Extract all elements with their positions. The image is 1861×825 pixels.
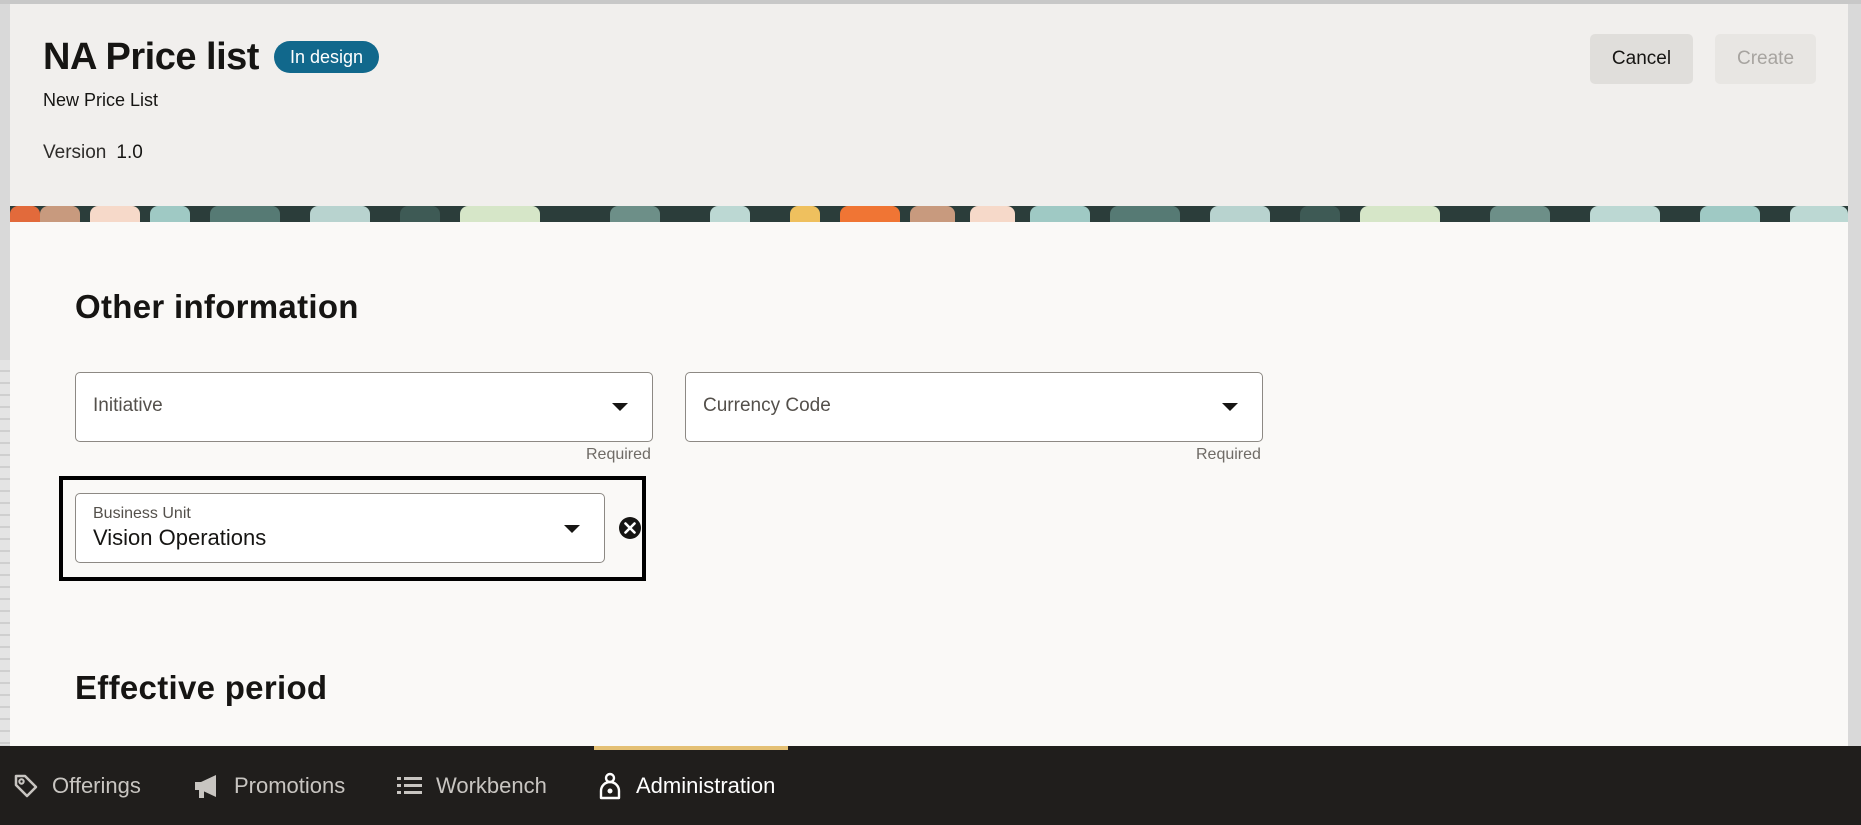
version-value: 1.0	[116, 142, 143, 163]
initiative-label: Initiative	[93, 395, 163, 416]
nav-item-administration[interactable]: Administration	[596, 746, 775, 825]
section-title-other-information: Other information	[75, 288, 359, 325]
initiative-required-text: Required	[586, 446, 651, 463]
chevron-down-icon	[564, 525, 580, 533]
chevron-down-icon	[612, 403, 628, 411]
chevron-down-icon	[1222, 403, 1238, 411]
currency-code-label: Currency Code	[703, 395, 831, 416]
nav-item-workbench[interactable]: Workbench	[396, 746, 547, 825]
megaphone-icon	[195, 774, 216, 798]
tag-icon	[14, 774, 38, 797]
page-subtitle: New Price List	[43, 90, 159, 110]
main-content: Other information Initiative Required Cu…	[10, 222, 1848, 746]
clear-icon[interactable]	[618, 516, 642, 540]
nav-item-promotions[interactable]: Promotions	[192, 746, 345, 825]
initiative-select[interactable]: Initiative	[75, 372, 653, 442]
cancel-button[interactable]: Cancel	[1590, 34, 1693, 84]
nav-item-label: Workbench	[436, 772, 547, 798]
currency-code-required-text: Required	[1196, 446, 1261, 463]
business-unit-select[interactable]: Business Unit Vision Operations	[75, 493, 605, 563]
bottom-navigation: Offerings Promotions Workbench Administr…	[0, 746, 1861, 825]
list-icon	[397, 776, 422, 794]
version-row: Version 1.0	[43, 142, 143, 164]
version-label: Version	[43, 142, 107, 163]
business-unit-label: Business Unit	[93, 505, 191, 522]
admin-icon	[599, 772, 621, 799]
nav-item-label: Promotions	[234, 772, 346, 798]
page-title: NA Price list	[43, 36, 259, 78]
business-unit-value: Vision Operations	[93, 525, 267, 550]
background-page-edge	[0, 360, 10, 745]
page-header: NA Price list In design New Price List V…	[10, 4, 1848, 206]
decorative-banner	[10, 206, 1848, 222]
status-badge: In design	[274, 41, 380, 73]
nav-item-offerings[interactable]: Offerings	[12, 746, 141, 825]
nav-item-label: Offerings	[52, 772, 141, 798]
section-title-effective-period: Effective period	[75, 669, 328, 706]
currency-code-select[interactable]: Currency Code	[685, 372, 1263, 442]
create-button[interactable]: Create	[1715, 34, 1816, 84]
nav-item-label: Administration	[636, 772, 776, 798]
